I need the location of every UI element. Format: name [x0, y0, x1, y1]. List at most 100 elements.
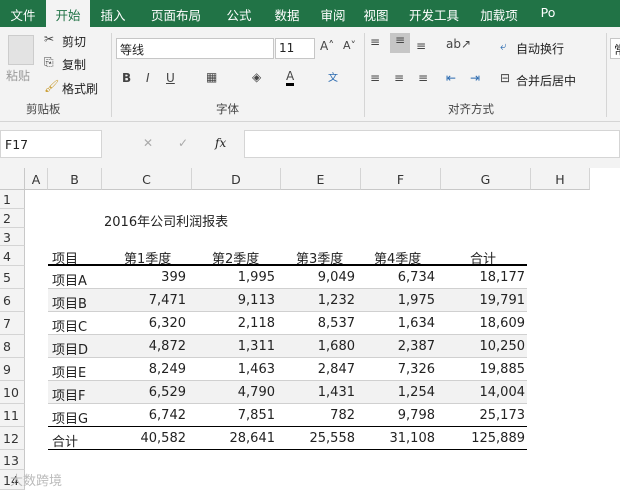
value-cell[interactable]: 6,742: [102, 408, 186, 423]
header-cell[interactable]: 第2季度: [212, 248, 259, 267]
row-header-6[interactable]: 6: [0, 289, 25, 312]
tab-8[interactable]: 开发工具: [398, 0, 470, 27]
fill-color-icon[interactable]: ◈: [252, 70, 261, 84]
name-box[interactable]: F17: [0, 130, 102, 158]
select-all-button[interactable]: [0, 168, 25, 190]
column-header-F[interactable]: F: [361, 168, 441, 190]
value-cell[interactable]: 9,798: [361, 408, 435, 423]
tab-5[interactable]: 数据: [262, 0, 312, 27]
bold-button[interactable]: B: [122, 71, 131, 85]
align-middle-icon[interactable]: ≡: [390, 33, 410, 53]
total-cell[interactable]: 25,558: [281, 431, 356, 446]
item-cell[interactable]: 项目E: [52, 362, 86, 381]
value-cell[interactable]: 782: [281, 408, 355, 423]
value-cell[interactable]: 1,254: [361, 385, 435, 400]
italic-button[interactable]: I: [146, 71, 150, 85]
phonetic-icon[interactable]: 文: [328, 69, 338, 84]
merge-center-button[interactable]: 合并后居中: [516, 72, 576, 89]
value-cell[interactable]: 4,872: [102, 339, 186, 354]
row-header-12[interactable]: 12: [0, 427, 25, 450]
align-left-icon[interactable]: ≡: [370, 71, 380, 85]
copy-button[interactable]: 复制: [62, 56, 86, 73]
header-cell[interactable]: 第4季度: [374, 248, 421, 267]
item-cell[interactable]: 项目D: [52, 339, 88, 358]
tab-10[interactable]: Po: [528, 0, 568, 27]
align-top-icon[interactable]: ≡: [370, 35, 380, 49]
item-cell[interactable]: 项目F: [52, 385, 85, 404]
item-cell[interactable]: 项目C: [52, 316, 87, 335]
cut-button[interactable]: 剪切: [62, 33, 86, 50]
value-cell[interactable]: 1,995: [192, 270, 275, 285]
increase-indent-icon[interactable]: ⇥: [470, 71, 480, 85]
column-header-D[interactable]: D: [192, 168, 281, 190]
value-cell[interactable]: 19,791: [441, 293, 526, 308]
font-name-select[interactable]: 等线: [116, 38, 274, 59]
paste-button[interactable]: 粘贴: [6, 67, 30, 84]
item-cell[interactable]: 项目B: [52, 293, 87, 312]
row-header-4[interactable]: 4: [0, 246, 25, 266]
value-cell[interactable]: 6,320: [102, 316, 186, 331]
value-cell[interactable]: 6,529: [102, 385, 186, 400]
borders-icon[interactable]: ▦: [206, 70, 217, 84]
value-cell[interactable]: 1,975: [361, 293, 435, 308]
row-header-13[interactable]: 13: [0, 450, 25, 470]
item-cell[interactable]: 项目A: [52, 270, 87, 289]
value-cell[interactable]: 1,232: [281, 293, 355, 308]
report-title[interactable]: 2016年公司利润报表: [104, 211, 228, 230]
value-cell[interactable]: 2,387: [361, 339, 435, 354]
font-size-select[interactable]: 11: [275, 38, 315, 59]
tab-3[interactable]: 页面布局: [136, 0, 216, 27]
column-header-A[interactable]: A: [25, 168, 48, 190]
value-cell[interactable]: 4,790: [192, 385, 275, 400]
row-header-8[interactable]: 8: [0, 335, 25, 358]
row-header-1[interactable]: 1: [0, 190, 25, 209]
align-bottom-icon[interactable]: ≡: [416, 39, 426, 53]
total-cell[interactable]: 28,641: [192, 431, 276, 446]
column-header-H[interactable]: H: [531, 168, 590, 190]
value-cell[interactable]: 1,680: [281, 339, 355, 354]
total-cell[interactable]: 125,889: [441, 431, 525, 446]
header-cell[interactable]: 第1季度: [124, 248, 171, 267]
row-header-9[interactable]: 9: [0, 358, 25, 381]
align-right-icon[interactable]: ≡: [418, 71, 428, 85]
value-cell[interactable]: 6,734: [361, 270, 435, 285]
value-cell[interactable]: 9,049: [281, 270, 355, 285]
value-cell[interactable]: 14,004: [441, 385, 526, 400]
underline-button[interactable]: U: [166, 71, 175, 85]
row-header-5[interactable]: 5: [0, 266, 25, 289]
column-header-C[interactable]: C: [102, 168, 192, 190]
column-header-B[interactable]: B: [48, 168, 102, 190]
row-header-2[interactable]: 2: [0, 209, 25, 228]
value-cell[interactable]: 2,847: [281, 362, 355, 377]
value-cell[interactable]: 18,177: [441, 270, 526, 285]
value-cell[interactable]: 19,885: [441, 362, 526, 377]
value-cell[interactable]: 9,113: [192, 293, 275, 308]
value-cell[interactable]: 7,851: [192, 408, 275, 423]
value-cell[interactable]: 1,431: [281, 385, 355, 400]
formula-input[interactable]: [244, 130, 620, 158]
tab-1[interactable]: 开始: [46, 0, 90, 27]
increase-font-icon[interactable]: A˄: [320, 39, 334, 53]
row-header-3[interactable]: 3: [0, 228, 25, 246]
tab-6[interactable]: 审阅: [312, 0, 354, 27]
value-cell[interactable]: 1,634: [361, 316, 435, 331]
header-cell[interactable]: 第3季度: [296, 248, 343, 267]
value-cell[interactable]: 7,326: [361, 362, 435, 377]
value-cell[interactable]: 1,311: [192, 339, 275, 354]
header-cell[interactable]: 合计: [470, 248, 496, 267]
number-format-select[interactable]: 常: [610, 38, 620, 59]
format-painter-button[interactable]: 格式刷: [62, 80, 98, 97]
value-cell[interactable]: 399: [102, 270, 186, 285]
total-cell[interactable]: 40,582: [102, 431, 187, 446]
value-cell[interactable]: 10,250: [441, 339, 526, 354]
wrap-text-button[interactable]: 自动换行: [516, 40, 564, 57]
total-label[interactable]: 合计: [52, 431, 78, 450]
paste-icon[interactable]: [8, 35, 34, 65]
item-cell[interactable]: 项目G: [52, 408, 88, 427]
column-header-G[interactable]: G: [441, 168, 531, 190]
insert-function-button[interactable]: fx: [215, 136, 226, 150]
value-cell[interactable]: 2,118: [192, 316, 275, 331]
value-cell[interactable]: 25,173: [441, 408, 526, 423]
orientation-icon[interactable]: ab↗: [446, 37, 471, 51]
value-cell[interactable]: 8,249: [102, 362, 186, 377]
